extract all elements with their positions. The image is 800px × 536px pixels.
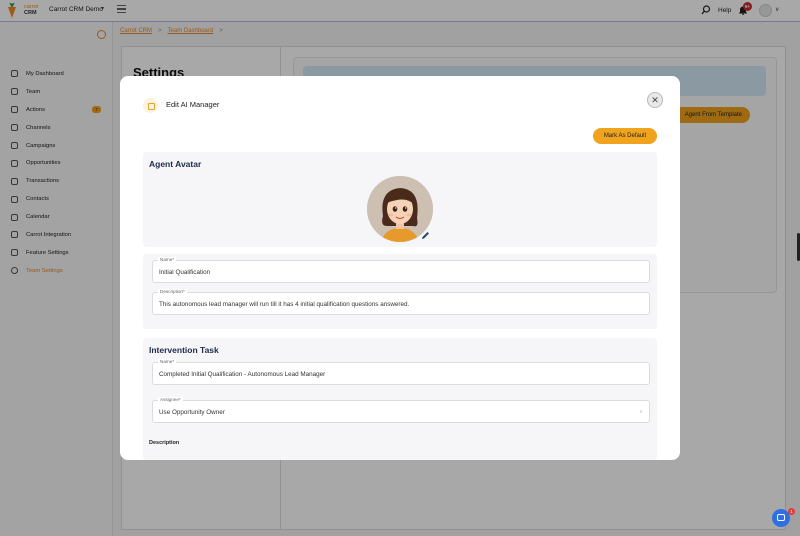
task-description-label: Description: [149, 440, 180, 446]
pencil-icon[interactable]: [421, 231, 430, 240]
assignee-value: Use Opportunity Owner: [159, 409, 225, 416]
assignee-select[interactable]: Assignee* Use Opportunity Owner ∨: [152, 397, 650, 423]
task-name-field[interactable]: Name* Completed Initial Qualification - …: [152, 359, 650, 385]
chat-icon: [777, 514, 785, 521]
mark-as-default-button[interactable]: Mark As Default: [593, 128, 657, 144]
name-field-label: Name*: [158, 257, 177, 262]
description-field-label: Description*: [158, 289, 187, 294]
agent-details-section: Name* Initial Qualification Description*…: [143, 254, 657, 329]
modal-title: Edit AI Manager: [166, 100, 220, 109]
task-name-label: Name*: [158, 359, 177, 364]
assignee-label: Assignee*: [158, 397, 183, 402]
intervention-task-heading: Intervention Task: [149, 345, 219, 355]
chat-badge: 1: [788, 508, 795, 515]
name-field-value: Initial Qualification: [159, 269, 211, 276]
description-field-value: This autonomous lead manager will run ti…: [159, 301, 410, 308]
agent-avatar-section: Agent Avatar: [143, 152, 657, 247]
chevron-down-icon[interactable]: ∨: [639, 409, 643, 415]
agent-avatar-heading: Agent Avatar: [149, 159, 202, 169]
ai-manager-icon: [143, 98, 158, 113]
task-name-value: Completed Initial Qualification - Autono…: [159, 371, 326, 378]
edit-ai-manager-modal: Edit AI Manager ✕ Mark As Default Agent …: [120, 76, 680, 460]
intervention-task-section: Intervention Task Name* Completed Initia…: [143, 338, 657, 460]
description-field[interactable]: Description* This autonomous lead manage…: [152, 289, 650, 315]
close-icon[interactable]: ✕: [647, 92, 663, 108]
name-field[interactable]: Name* Initial Qualification: [152, 257, 650, 283]
